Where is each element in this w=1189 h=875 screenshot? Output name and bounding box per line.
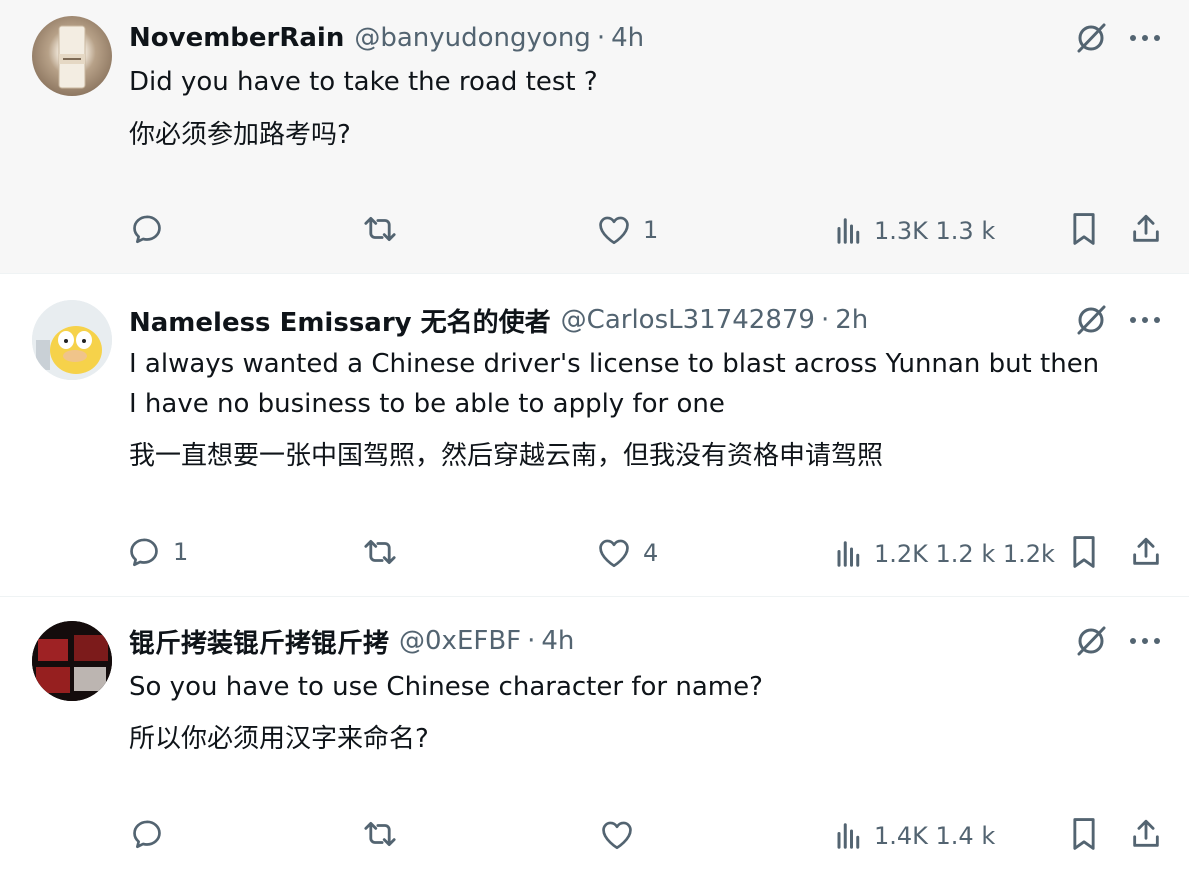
views-button[interactable]: 1.3K 1.3 k [834, 209, 995, 253]
reply-icon [130, 538, 158, 567]
tweet-text-translation: 所以你必须用汉字来命名? [129, 724, 429, 754]
display-name[interactable]: NovemberRain [129, 23, 344, 53]
share-icon [1133, 819, 1159, 847]
separator: · [527, 626, 536, 656]
retweet-button[interactable] [360, 812, 400, 856]
reply-icon [133, 215, 161, 244]
grok-icon[interactable] [1071, 621, 1111, 661]
views-count: 1.4K 1.4 k [874, 822, 996, 850]
tweet-text-english-line1: I always wanted a Chinese driver's licen… [129, 349, 1100, 379]
user-handle[interactable]: @CarlosL31742879 [561, 305, 815, 335]
share-icon [1133, 537, 1159, 565]
views-count: 1.3K 1.3 k [874, 217, 996, 245]
display-name[interactable]: 锟斤拷装锟斤拷锟斤拷 [129, 623, 389, 660]
like-button[interactable] [597, 813, 637, 857]
tweet-2-content: Nameless Emissary 无名的使者 @CarlosL31742879… [0, 274, 1189, 597]
separator: · [596, 23, 606, 53]
views-icon [837, 218, 860, 244]
retweet-icon [364, 216, 396, 242]
views-button[interactable]: 1.4K 1.4 k [834, 814, 995, 858]
tweet[interactable]: NovemberRain @banyudongyong · 4h Did you… [0, 0, 1189, 274]
reply-button[interactable]: 1 [127, 530, 188, 574]
user-handle[interactable]: @0xEFBF [399, 626, 521, 656]
views-button[interactable]: 1.2K 1.2 k 1.2k [834, 532, 1055, 576]
retweet-icon [364, 821, 396, 847]
bookmark-icon [1073, 213, 1095, 245]
views-icon [837, 823, 860, 849]
share-button[interactable] [1126, 812, 1166, 856]
share-button[interactable] [1126, 530, 1166, 574]
reply-button[interactable] [127, 207, 167, 251]
tweet-text-english-line2: I have no business to be able to apply f… [129, 389, 725, 419]
tweet-text-translation: 你必须参加路考吗? [129, 120, 351, 150]
tweet-text-english: So you have to use Chinese character for… [129, 672, 763, 702]
reply-icon [133, 820, 161, 849]
tweet-text-english: Did you have to take the road test ? [129, 67, 598, 97]
like-count: 4 [643, 539, 659, 567]
timestamp[interactable]: 2h [835, 305, 868, 335]
user-handle[interactable]: @banyudongyong [354, 23, 590, 53]
tweet-text-translation: 我一直想要一张中国驾照，然后穿越云南，但我没有资格申请驾照 [129, 441, 884, 471]
more-icon[interactable] [1125, 300, 1165, 340]
retweet-icon [364, 539, 396, 565]
more-icon[interactable] [1125, 18, 1165, 58]
reply-count: 1 [173, 538, 189, 566]
like-button[interactable]: 4 [597, 531, 658, 575]
grok-icon[interactable] [1071, 18, 1111, 58]
bookmark-icon [1073, 536, 1095, 568]
views-icon [837, 541, 860, 567]
heart-icon [599, 539, 629, 568]
tweet-header: Nameless Emissary 无名的使者 @CarlosL31742879… [129, 300, 1079, 340]
bookmark-icon [1073, 818, 1095, 850]
tweet-header: 锟斤拷装锟斤拷锟斤拷 @0xEFBF · 4h [129, 621, 1079, 661]
heart-icon [599, 216, 629, 245]
avatar-image [58, 25, 86, 89]
retweet-button[interactable] [360, 207, 400, 251]
avatar[interactable] [32, 621, 112, 701]
like-count: 1 [643, 216, 659, 244]
heart-icon [602, 821, 632, 850]
separator: · [820, 305, 830, 335]
retweet-button[interactable] [360, 530, 400, 574]
more-icon[interactable] [1125, 621, 1165, 661]
timestamp[interactable]: 4h [541, 626, 574, 656]
avatar-image [32, 621, 112, 701]
views-count: 1.2K 1.2 k 1.2k [874, 540, 1055, 568]
bookmark-button[interactable] [1064, 812, 1104, 856]
display-name[interactable]: Nameless Emissary 无名的使者 [129, 302, 551, 339]
like-button[interactable]: 1 [597, 208, 658, 252]
share-button[interactable] [1126, 207, 1166, 251]
reply-button[interactable] [127, 812, 167, 856]
tweet-header: NovemberRain @banyudongyong · 4h [129, 18, 1079, 58]
timestamp[interactable]: 4h [611, 23, 644, 53]
avatar[interactable] [32, 16, 112, 96]
share-icon [1133, 214, 1159, 242]
tweet[interactable]: 锟斤拷装锟斤拷锟斤拷 @0xEFBF · 4h So you have to u… [0, 597, 1189, 875]
grok-icon[interactable] [1071, 300, 1111, 340]
bookmark-button[interactable] [1064, 207, 1104, 251]
bookmark-button[interactable] [1064, 530, 1104, 574]
